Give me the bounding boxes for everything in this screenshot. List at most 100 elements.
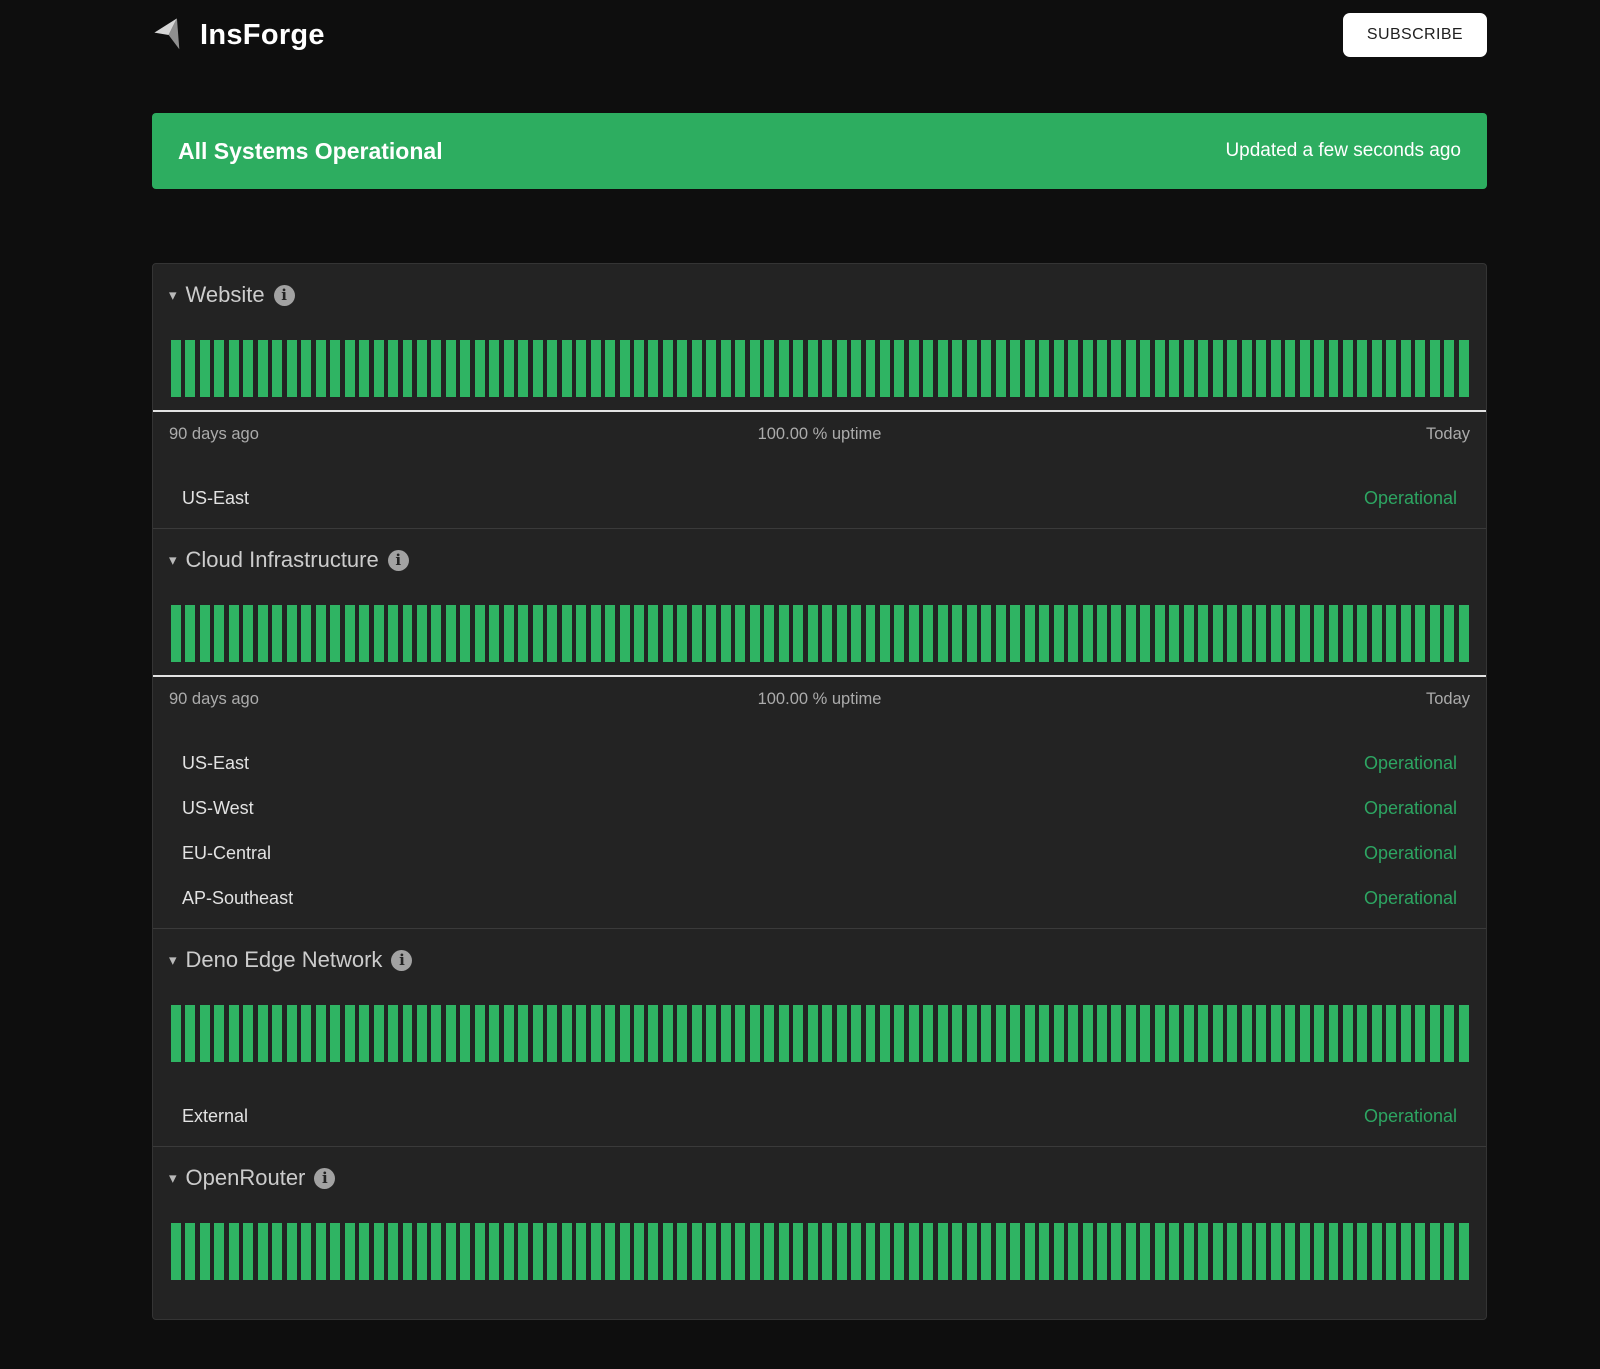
uptime-bar[interactable] — [735, 1005, 745, 1062]
uptime-bar[interactable] — [1126, 605, 1136, 662]
uptime-bar[interactable] — [1039, 1005, 1049, 1062]
uptime-bar[interactable] — [1415, 605, 1425, 662]
uptime-bar[interactable] — [938, 340, 948, 397]
uptime-bar[interactable] — [272, 340, 282, 397]
uptime-bar[interactable] — [1357, 1005, 1367, 1062]
uptime-bar[interactable] — [648, 1005, 658, 1062]
uptime-bar[interactable] — [808, 1223, 818, 1280]
uptime-bar[interactable] — [1140, 1005, 1150, 1062]
uptime-bar[interactable] — [1213, 1005, 1223, 1062]
uptime-bar[interactable] — [880, 340, 890, 397]
uptime-bar[interactable] — [1068, 340, 1078, 397]
uptime-bar[interactable] — [981, 1223, 991, 1280]
uptime-bar[interactable] — [1097, 605, 1107, 662]
uptime-bar[interactable] — [547, 340, 557, 397]
uptime-bar[interactable] — [866, 340, 876, 397]
uptime-bar[interactable] — [1415, 1005, 1425, 1062]
uptime-bar[interactable] — [1300, 1223, 1310, 1280]
uptime-bar[interactable] — [750, 1223, 760, 1280]
uptime-bar[interactable] — [894, 605, 904, 662]
uptime-bar[interactable] — [1054, 340, 1064, 397]
uptime-bar[interactable] — [735, 340, 745, 397]
uptime-bar[interactable] — [793, 605, 803, 662]
uptime-bar[interactable] — [229, 1223, 239, 1280]
uptime-bar[interactable] — [272, 1005, 282, 1062]
uptime-bar[interactable] — [1054, 1223, 1064, 1280]
uptime-bar[interactable] — [1169, 1005, 1179, 1062]
uptime-bar[interactable] — [909, 605, 919, 662]
uptime-bar[interactable] — [851, 1005, 861, 1062]
uptime-bar[interactable] — [1126, 340, 1136, 397]
uptime-bar[interactable] — [648, 1223, 658, 1280]
uptime-bar[interactable] — [793, 340, 803, 397]
uptime-bar[interactable] — [634, 605, 644, 662]
uptime-bar[interactable] — [287, 1223, 297, 1280]
uptime-bar[interactable] — [388, 1223, 398, 1280]
uptime-bar[interactable] — [750, 1005, 760, 1062]
uptime-bar[interactable] — [1357, 1223, 1367, 1280]
uptime-bar[interactable] — [1430, 340, 1440, 397]
uptime-bar[interactable] — [1213, 1223, 1223, 1280]
uptime-bar[interactable] — [171, 340, 181, 397]
uptime-bar[interactable] — [620, 605, 630, 662]
uptime-bar[interactable] — [952, 1005, 962, 1062]
uptime-bar[interactable] — [1430, 605, 1440, 662]
uptime-bar[interactable] — [518, 1005, 528, 1062]
uptime-bar[interactable] — [938, 1005, 948, 1062]
uptime-bar[interactable] — [258, 605, 268, 662]
chevron-down-icon[interactable]: ▾ — [169, 953, 177, 968]
uptime-bar[interactable] — [1459, 1223, 1469, 1280]
uptime-bar[interactable] — [1039, 1223, 1049, 1280]
uptime-bar[interactable] — [547, 605, 557, 662]
uptime-bar[interactable] — [475, 340, 485, 397]
uptime-bar[interactable] — [431, 340, 441, 397]
uptime-bar[interactable] — [489, 340, 499, 397]
uptime-bar[interactable] — [779, 1005, 789, 1062]
uptime-bar[interactable] — [1198, 605, 1208, 662]
uptime-bar[interactable] — [793, 1005, 803, 1062]
uptime-bar[interactable] — [677, 605, 687, 662]
uptime-bar[interactable] — [475, 605, 485, 662]
uptime-bar[interactable] — [576, 605, 586, 662]
uptime-bar[interactable] — [692, 605, 702, 662]
uptime-bar[interactable] — [1372, 340, 1382, 397]
uptime-bar[interactable] — [923, 1223, 933, 1280]
uptime-bar[interactable] — [692, 1005, 702, 1062]
uptime-bar[interactable] — [1039, 340, 1049, 397]
uptime-bar[interactable] — [923, 1005, 933, 1062]
uptime-bar[interactable] — [330, 340, 340, 397]
uptime-bar[interactable] — [1025, 605, 1035, 662]
uptime-bar[interactable] — [1242, 1005, 1252, 1062]
uptime-bar[interactable] — [1415, 340, 1425, 397]
uptime-bar[interactable] — [489, 1005, 499, 1062]
uptime-bar[interactable] — [721, 340, 731, 397]
uptime-bar[interactable] — [417, 340, 427, 397]
uptime-bar[interactable] — [562, 340, 572, 397]
uptime-bar[interactable] — [287, 340, 297, 397]
uptime-bar[interactable] — [200, 1223, 210, 1280]
uptime-bar[interactable] — [851, 605, 861, 662]
uptime-bar[interactable] — [1227, 605, 1237, 662]
uptime-bar[interactable] — [431, 1005, 441, 1062]
uptime-bar[interactable] — [808, 1005, 818, 1062]
uptime-bar[interactable] — [446, 340, 456, 397]
uptime-bar[interactable] — [1184, 605, 1194, 662]
uptime-bar[interactable] — [1271, 1005, 1281, 1062]
uptime-bar[interactable] — [1140, 340, 1150, 397]
uptime-bar[interactable] — [1111, 1223, 1121, 1280]
uptime-bar[interactable] — [1372, 1223, 1382, 1280]
uptime-bar[interactable] — [301, 1005, 311, 1062]
uptime-bar[interactable] — [952, 340, 962, 397]
uptime-bar[interactable] — [808, 340, 818, 397]
uptime-bar[interactable] — [822, 1005, 832, 1062]
uptime-bar[interactable] — [504, 1005, 514, 1062]
uptime-bar[interactable] — [1227, 340, 1237, 397]
uptime-bar[interactable] — [996, 1005, 1006, 1062]
uptime-bar[interactable] — [750, 340, 760, 397]
uptime-bar[interactable] — [489, 1223, 499, 1280]
uptime-bar[interactable] — [1242, 605, 1252, 662]
uptime-bar[interactable] — [1357, 605, 1367, 662]
uptime-bar[interactable] — [837, 1223, 847, 1280]
uptime-bar[interactable] — [359, 340, 369, 397]
uptime-bar[interactable] — [1126, 1223, 1136, 1280]
